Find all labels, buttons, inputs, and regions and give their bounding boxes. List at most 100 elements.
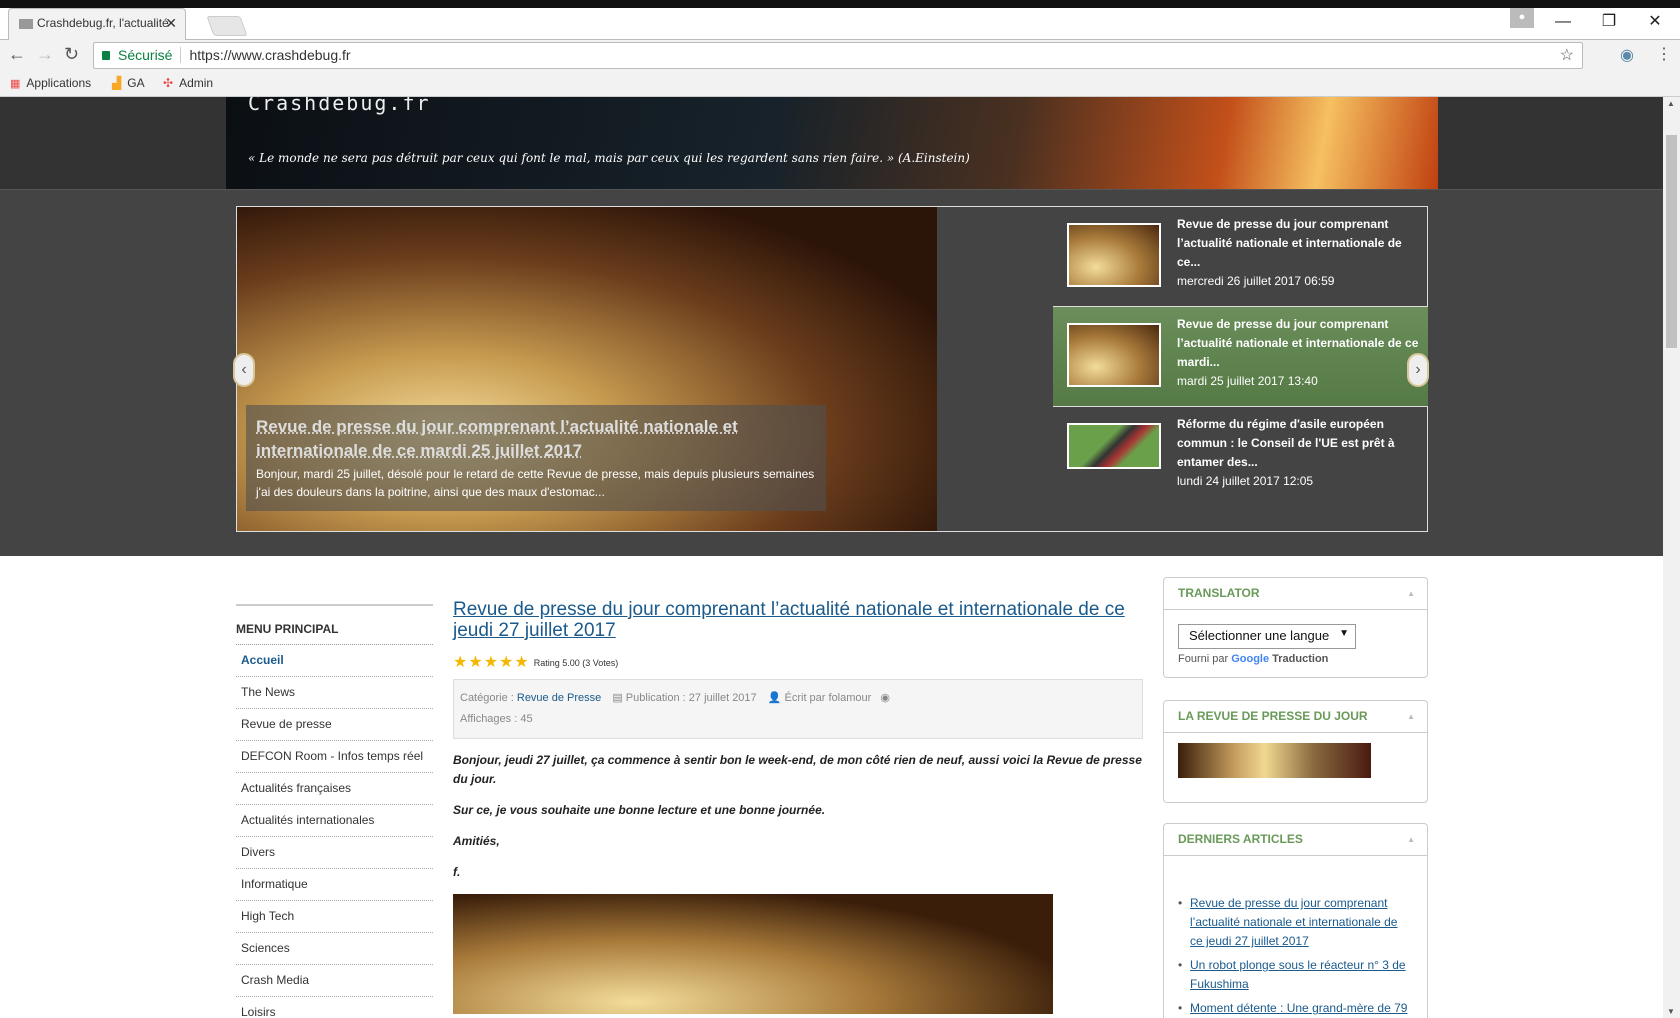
browser-toolbar: ← → ↻ Sécurisé https://www.crashdebug.fr … [0, 40, 1680, 71]
bookmark-star-icon[interactable]: ☆ [1560, 45, 1574, 65]
article-link[interactable]: Un robot plonge sous le réacteur n° 3 de… [1190, 958, 1406, 991]
article-title[interactable]: Revue de presse du jour comprenant l’act… [453, 599, 1143, 641]
menu-dots-icon[interactable]: ⋮ [1656, 44, 1672, 64]
menu-item-crash-media[interactable]: Crash Media [236, 965, 433, 997]
site-banner[interactable]: Crashdebug.fr « Le monde ne sera pas dét… [226, 97, 1438, 189]
item-title: Réforme du régime d'asile européen commu… [1177, 417, 1395, 469]
bookmark-label: Admin [179, 76, 214, 90]
menu-item-accueil[interactable]: Accueil [236, 645, 433, 677]
menu-item-sciences[interactable]: Sciences [236, 933, 433, 965]
secure-label: Sécurisé [118, 47, 173, 63]
new-tab-button[interactable] [206, 16, 248, 36]
bookmark-admin[interactable]: ✣ Admin [163, 76, 213, 90]
menu-item-actualites-francaises[interactable]: Actualités françaises [236, 773, 433, 805]
article: Revue de presse du jour comprenant l’act… [453, 599, 1143, 1014]
item-date: mardi 25 juillet 2017 13:40 [1177, 374, 1318, 388]
slider-list-item[interactable]: Réforme du régime d'asile européen commu… [1053, 407, 1428, 507]
slider-list: Revue de presse du jour comprenant l’act… [1053, 207, 1428, 531]
star-icon[interactable]: ★ [484, 655, 498, 671]
site-quote: « Le monde ne sera pas détruit par ceux … [248, 151, 970, 165]
lock-icon [102, 51, 110, 60]
article-link[interactable]: Moment détente : Une grand-mère de 79 an… [1190, 1001, 1407, 1018]
menu-item-loisirs[interactable]: Loisirs [236, 997, 433, 1018]
star-icon[interactable]: ★ [468, 655, 482, 671]
article-paragraph: Amitiés, [453, 834, 500, 848]
menu-item-the-news[interactable]: The News [236, 677, 433, 709]
browser-tab[interactable]: Crashdebug.fr, l'actualité ✕ [8, 8, 186, 40]
web-page: Crashdebug.fr « Le monde ne sera pas dét… [0, 97, 1663, 1018]
apps-grid-icon: ▦ [10, 77, 21, 90]
bookmark-ga[interactable]: ▟ GA [112, 76, 145, 90]
star-icon[interactable]: ★ [453, 655, 467, 671]
extension-eye-icon[interactable]: ◉ [1620, 45, 1634, 65]
address-bar[interactable]: Sécurisé https://www.crashdebug.fr ☆ [93, 42, 1583, 69]
powered-by: Fourni par Google Traduction [1178, 653, 1413, 665]
scroll-down-icon[interactable]: ▼ [1667, 1007, 1675, 1016]
page-scrollbar[interactable]: ▲ ▼ [1663, 97, 1680, 1018]
article-image [453, 894, 1053, 1014]
star-icon[interactable]: ★ [499, 655, 513, 671]
calendar-icon: ▤ [612, 692, 623, 704]
bookmark-applications[interactable]: ▦ Applications [10, 76, 91, 90]
star-icon[interactable]: ★ [514, 655, 528, 671]
google-logo: Google [1231, 653, 1270, 665]
menu-item-revue-de-presse[interactable]: Revue de presse [236, 709, 433, 741]
main-menu: MENU PRINCIPAL Accueil The News Revue de… [236, 604, 433, 1018]
collapse-icon[interactable]: ▲ [1407, 835, 1415, 844]
menu-item-high-tech[interactable]: High Tech [236, 901, 433, 933]
scrollbar-thumb[interactable] [1666, 135, 1677, 348]
slider-prev-button[interactable]: ‹ [233, 353, 255, 387]
minimize-button[interactable]: — [1540, 8, 1586, 38]
forward-icon[interactable]: → [36, 44, 54, 65]
slider-caption-title[interactable]: Revue de presse du jour comprenant l’act… [256, 415, 816, 463]
joomla-icon: ✣ [163, 76, 174, 90]
slider-main-image[interactable]: Revue de presse du jour comprenant l’act… [237, 207, 937, 531]
favicon-icon [19, 19, 33, 29]
profile-icon[interactable]: ● [1510, 8, 1534, 28]
language-select[interactable]: Sélectionner une langue ▼ [1178, 624, 1356, 649]
dropdown-arrow-icon: ▼ [1339, 628, 1349, 639]
bookmark-label: Applications [26, 76, 92, 90]
translate-link[interactable]: Traduction [1272, 653, 1328, 665]
restore-button[interactable]: ❐ [1586, 8, 1632, 38]
featured-slider: Revue de presse du jour comprenant l’act… [233, 206, 1429, 532]
article-link[interactable]: Revue de presse du jour comprenant l’act… [1190, 896, 1397, 948]
slider-list-item-active[interactable]: Revue de presse du jour comprenant l’act… [1053, 307, 1428, 407]
language-select-value: Sélectionner une langue [1189, 628, 1330, 643]
close-tab-icon[interactable]: ✕ [165, 15, 177, 32]
scroll-up-icon[interactable]: ▲ [1667, 99, 1675, 108]
analytics-icon: ▟ [112, 76, 122, 90]
menu-item-divers[interactable]: Divers [236, 837, 433, 869]
menu-item-informatique[interactable]: Informatique [236, 869, 433, 901]
revue-image[interactable] [1178, 743, 1371, 778]
tab-title: Crashdebug.fr, l'actualité [37, 16, 169, 30]
reload-icon[interactable]: ↻ [64, 44, 79, 65]
item-date: lundi 24 juillet 2017 12:05 [1177, 474, 1314, 488]
list-item: Revue de presse du jour comprenant l’act… [1178, 894, 1413, 951]
widget-title: DERNIERS ARTICLES [1178, 832, 1303, 846]
header-band: Crashdebug.fr « Le monde ne sera pas dét… [0, 97, 1663, 189]
list-item: Moment détente : Une grand-mère de 79 an… [1178, 999, 1413, 1018]
slider-next-button[interactable]: › [1407, 353, 1429, 387]
thumbnail [1067, 323, 1161, 387]
site-logo[interactable]: Crashdebug.fr [248, 97, 431, 115]
item-title: Revue de presse du jour comprenant l’act… [1177, 217, 1402, 269]
article-paragraph: Sur ce, je vous souhaite une bonne lectu… [453, 803, 826, 817]
close-window-button[interactable]: ✕ [1632, 8, 1678, 38]
tab-bar: Crashdebug.fr, l'actualité ✕ ● — ❐ ✕ [0, 8, 1680, 40]
menu-item-defcon-room[interactable]: DEFCON Room - Infos temps réel [236, 741, 433, 773]
collapse-icon[interactable]: ▲ [1407, 589, 1415, 598]
view-count: Affichages : 45 [460, 713, 533, 725]
url-text[interactable]: https://www.crashdebug.fr [189, 47, 350, 63]
menu-header: MENU PRINCIPAL [236, 604, 433, 645]
slider-caption: Revue de presse du jour comprenant l’act… [246, 405, 826, 511]
slider-list-item[interactable]: Revue de presse du jour comprenant l’act… [1053, 207, 1428, 307]
item-date: mercredi 26 juillet 2017 06:59 [1177, 274, 1335, 288]
slider-caption-text: Bonjour, mardi 25 juillet, désolé pour l… [256, 467, 815, 499]
author-icon: 👤 [767, 692, 782, 704]
back-icon[interactable]: ← [8, 44, 26, 65]
category-link[interactable]: Revue de Presse [517, 692, 601, 704]
menu-item-actualites-internationales[interactable]: Actualités internationales [236, 805, 433, 837]
article-paragraph: Bonjour, jeudi 27 juillet, ça commence à… [453, 753, 1142, 786]
collapse-icon[interactable]: ▲ [1407, 712, 1415, 721]
